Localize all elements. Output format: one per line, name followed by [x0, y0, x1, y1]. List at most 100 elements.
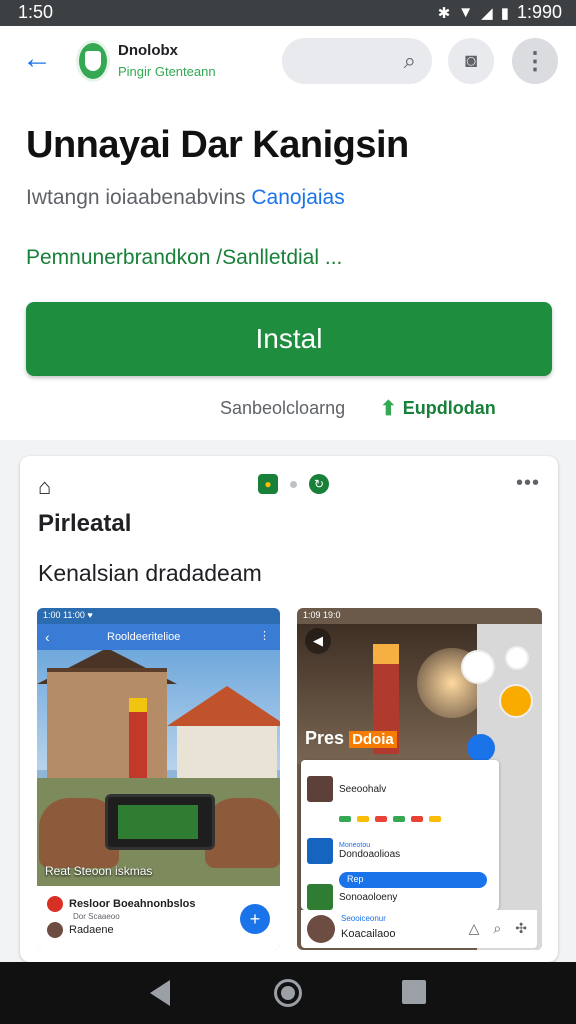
- card-description: Kenalsian dradadeam: [38, 560, 262, 586]
- shot1-header: ‹ Rooldeeritelioe ⋮: [37, 624, 280, 650]
- shot1-row1-sub: Dor Scaaeoo: [73, 912, 120, 921]
- card-title: Pirleatal: [38, 510, 132, 537]
- status-icons: ✱ ▼ ◢ ▮ 1:990: [438, 2, 562, 23]
- shot1-row2-title: Radaene: [69, 924, 114, 936]
- chip: [393, 816, 405, 822]
- filter-icon: △: [468, 920, 480, 936]
- chip: [375, 816, 387, 822]
- app-subtitle: Iwtangn ioiaabenabvins Canojaias: [26, 186, 345, 210]
- shot1-status: 1:00 11:00 ♥: [37, 608, 280, 624]
- chip: [339, 816, 351, 822]
- developer-subtitle: Pingir Gtenteann: [118, 64, 216, 79]
- nav-back-icon[interactable]: [150, 980, 170, 1006]
- thumbnail: [307, 838, 333, 864]
- bluetooth-icon: ✱: [437, 4, 451, 22]
- camera-icon: ◙: [464, 49, 478, 72]
- shot1-back-icon: ‹: [45, 629, 50, 645]
- house-roof-2: [167, 686, 280, 726]
- nav-recents-icon[interactable]: [402, 980, 426, 1004]
- signal-icon: ◢: [481, 4, 493, 22]
- house: [47, 668, 167, 778]
- chip: [411, 816, 423, 822]
- install-button[interactable]: Instal: [26, 302, 552, 376]
- pin-icon: [47, 896, 63, 912]
- update-label: Eupdlodan: [402, 398, 496, 418]
- shot1-panel: Resloor Boeahnonbslos Dor Scaaeoo Radaen…: [37, 886, 280, 950]
- shot2-status: 1:09 19:0: [303, 610, 341, 620]
- avatar-bubble: [461, 650, 495, 684]
- shot2-bottom-top: Seooiceonur: [341, 914, 386, 923]
- home-icon[interactable]: ⌂: [38, 474, 51, 500]
- wifi-icon: ▼: [458, 4, 474, 21]
- chat-icon: ●: [258, 474, 278, 494]
- shot2-bottom-bar: Seooiceonur Koacailaoo △ ⌕ ✣: [301, 910, 537, 948]
- shot2-bottom-title: Koacailaoo: [341, 928, 396, 940]
- phone-in-hand: [105, 794, 215, 850]
- more-horiz-icon[interactable]: •••: [516, 472, 540, 495]
- developer-logo: [76, 40, 110, 82]
- screenshot-1[interactable]: 1:00 11:00 ♥ ‹ Rooldeeritelioe ⋮ Reat St…: [37, 608, 280, 950]
- panel-row1-text: Seeoohalv: [339, 783, 387, 795]
- thumbnail: [307, 884, 333, 910]
- app-subtitle-text: Iwtangn ioiaabenabvins: [26, 186, 246, 209]
- chip: [357, 816, 369, 822]
- thumbnail: [307, 776, 333, 802]
- shot1-caption: Reat Steoon iskmas: [45, 864, 153, 878]
- battery-icon: ▮: [500, 4, 509, 22]
- share-icon: ↻: [309, 474, 329, 494]
- shot2-panel: Seeoohalv Moneotou Dondoaolioas Rep Sono…: [301, 760, 499, 910]
- settings-icon: ✣: [515, 920, 527, 936]
- shot1-more-icon: ⋮: [259, 630, 270, 642]
- card-indicators: ● ↻: [258, 474, 329, 494]
- app-title: Unnayai Dar Kanigsin: [26, 124, 409, 166]
- preview-card: ⌂ ● ↻ ••• Pirleatal Kenalsian dradadeam …: [20, 456, 558, 962]
- shot2-overlay-highlight: Ddoia: [349, 731, 397, 748]
- shot2-overlay-text: Pres: [305, 728, 345, 748]
- indicator-dot: [290, 480, 297, 488]
- totem: [129, 698, 147, 778]
- status-bar: 1:50 ✱ ▼ ◢ ▮ 1:990: [0, 0, 576, 26]
- panel-row2-main: Dondoaolioas: [339, 849, 401, 860]
- more-vert-icon: ⋮: [523, 47, 547, 75]
- avatar: [307, 915, 335, 943]
- screenshot-2[interactable]: 1:09 19:0 ◀ Pres Ddoia Seeoohalv Moneoto…: [297, 608, 542, 950]
- shot1-row-2: Radaene: [47, 922, 114, 938]
- developer-name: Dnolobx: [118, 42, 178, 59]
- app-header-section: Unnayai Dar Kanigsin Iwtangn ioiaabenabv…: [0, 98, 576, 440]
- hand-right: [205, 798, 280, 868]
- nav-home-icon[interactable]: [274, 979, 302, 1007]
- shot2-overlay: Pres Ddoia: [305, 728, 397, 749]
- app-bar: ← Dnolobx Pingir Gtenteann ⌕ ◙ ⋮: [0, 26, 576, 98]
- upload-arrow-icon: ⬆: [380, 398, 397, 420]
- status-right-time: 1:990: [516, 2, 562, 22]
- panel-row-1: Seeoohalv: [307, 776, 386, 802]
- system-nav-bar: [0, 962, 576, 1024]
- app-subtitle-link[interactable]: Canojaias: [251, 186, 344, 209]
- blue-action-icon: [467, 734, 495, 762]
- panel-row4-text: Sonoaoloeny: [339, 891, 398, 903]
- avatar-bubble-small: [505, 646, 529, 670]
- shot2-back-icon: ◀: [305, 628, 331, 654]
- panel-row2-text: Moneotou Dondoaolioas: [339, 842, 400, 860]
- shot1-row-1: Resloor Boeahnonbslos: [47, 896, 196, 912]
- panel-row-2: Moneotou Dondoaolioas: [307, 838, 400, 864]
- avatar: [47, 922, 63, 938]
- avatar-bubble-orange: [499, 684, 533, 718]
- meta-info: Sanbeolcloarng: [220, 398, 346, 418]
- camera-button[interactable]: ◙: [448, 38, 494, 84]
- status-time: 1:50: [18, 2, 54, 22]
- add-fab-button: +: [240, 904, 270, 934]
- shot2-bottom-icons: △ ⌕ ✣: [469, 920, 527, 937]
- app-tagline[interactable]: Pemnunerbrandkon /Sanlletdial ...: [26, 246, 342, 270]
- panel-row-4: Sonoaoloeny: [307, 884, 397, 910]
- more-options-button[interactable]: ⋮: [512, 38, 558, 84]
- search-icon: ⌕: [493, 920, 502, 936]
- back-arrow-icon[interactable]: ←: [22, 44, 52, 74]
- update-link[interactable]: ⬆ Eupdlodan: [380, 396, 496, 421]
- search-button[interactable]: ⌕: [282, 38, 432, 84]
- chip: [429, 816, 441, 822]
- panel-row2-top: Moneotou: [339, 842, 371, 849]
- search-icon: ⌕: [403, 48, 416, 73]
- shot1-row1-title: Resloor Boeahnonbslos: [69, 898, 196, 910]
- shot1-title: Rooldeeritelioe: [107, 631, 181, 643]
